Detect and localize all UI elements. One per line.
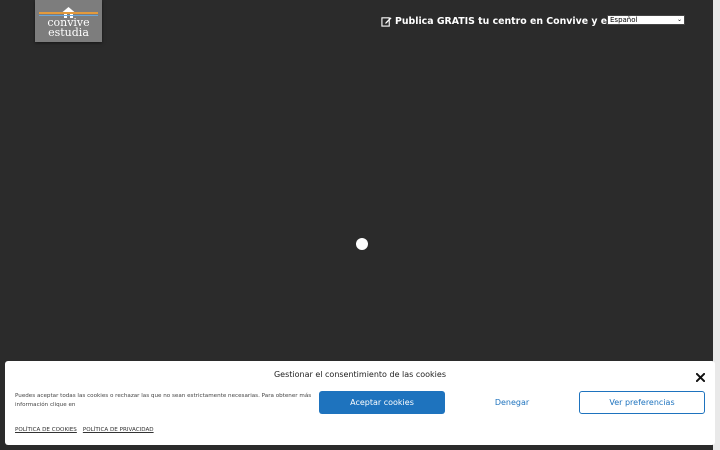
language-selected-value: Español [610, 16, 638, 24]
logo-stripe-orange [39, 12, 98, 14]
language-select[interactable]: Español ⌄ [607, 15, 685, 25]
cookie-policy-link[interactable]: POLÍTICA DE COOKIES [15, 427, 77, 433]
publish-center-link[interactable]: Publica GRATIS tu centro en Convive y es… [381, 14, 640, 28]
cookie-banner-title: Gestionar el consentimiento de las cooki… [273, 370, 446, 379]
cookie-banner-text: Puedes aceptar todas las cookies o recha… [15, 393, 312, 408]
logo-text-line2: estudia [48, 26, 89, 39]
loading-spinner [356, 238, 368, 250]
site-logo[interactable]: convive estudia [35, 0, 102, 42]
accept-cookies-button[interactable]: Aceptar cookies [319, 391, 445, 414]
deny-cookies-button[interactable]: Denegar [449, 391, 575, 414]
view-preferences-button[interactable]: Ver preferencias [579, 391, 705, 414]
privacy-policy-link[interactable]: POLÍTICA DE PRIVACIDAD [83, 427, 154, 433]
chevron-down-icon: ⌄ [676, 16, 682, 23]
edit-icon [381, 16, 392, 27]
publish-center-label: Publica GRATIS tu centro en Convive y es… [395, 15, 641, 27]
close-icon [695, 367, 705, 386]
close-button[interactable] [694, 370, 706, 382]
policy-links: POLÍTICA DE COOKIES POLÍTICA DE PRIVACID… [15, 427, 154, 433]
cookie-consent-banner: Gestionar el consentimiento de las cooki… [5, 361, 715, 445]
